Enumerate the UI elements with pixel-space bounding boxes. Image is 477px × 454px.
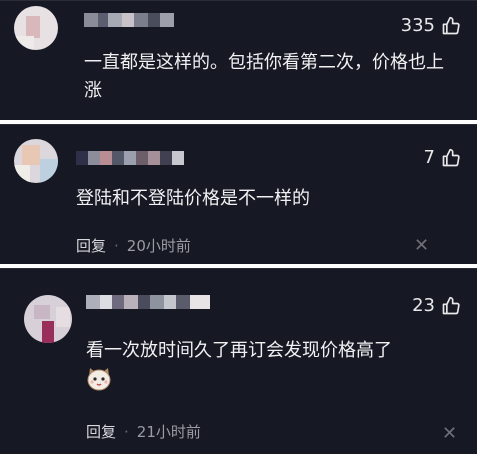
reply-button[interactable]: 回复	[86, 421, 116, 442]
like-button[interactable]: 23	[412, 295, 461, 316]
timestamp: 21小时前	[136, 423, 201, 441]
comment-text: 看一次放时间久了再订会发现价格高了	[86, 340, 392, 361]
timestamp: 20小时前	[126, 237, 191, 255]
like-count: 23	[412, 295, 435, 316]
username-blurred[interactable]	[76, 151, 184, 165]
avatar[interactable]	[14, 6, 58, 50]
avatar[interactable]	[24, 295, 72, 343]
close-icon[interactable]: ✕	[414, 237, 429, 255]
like-button[interactable]: 335	[401, 15, 461, 36]
like-button[interactable]: 7	[424, 147, 461, 168]
thumbs-up-icon	[441, 296, 461, 316]
username-blurred[interactable]	[84, 13, 184, 27]
reply-button[interactable]: 回复	[76, 235, 106, 256]
separator-dot: ·	[124, 422, 129, 441]
close-icon[interactable]: ✕	[442, 425, 457, 443]
avatar[interactable]	[14, 139, 58, 183]
comment-text: 登陆和不登陆价格是不一样的	[76, 188, 310, 209]
cat-face-emoji	[86, 367, 112, 391]
comment-meta: 回复 · 20小时前	[76, 235, 191, 256]
like-count: 335	[400, 15, 435, 36]
comment-meta: 回复 · 21小时前	[86, 421, 201, 442]
thumbs-up-icon	[441, 148, 461, 168]
comment-text: 一直都是这样的。包括你看第二次，价格也上涨	[84, 52, 444, 101]
comment-card-1: 335 一直都是这样的。包括你看第二次，价格也上涨	[0, 0, 477, 120]
comment-card-3: 23 看一次放时间久了再订会发现价格高了 回复 · 21小时前 ✕	[0, 268, 477, 454]
like-count: 7	[423, 147, 435, 168]
username-blurred[interactable]	[86, 295, 210, 309]
comment-card-2: 7 登陆和不登陆价格是不一样的 回复 · 20小时前 ✕	[0, 124, 477, 264]
thumbs-up-icon	[441, 16, 461, 36]
separator-dot: ·	[114, 236, 119, 255]
